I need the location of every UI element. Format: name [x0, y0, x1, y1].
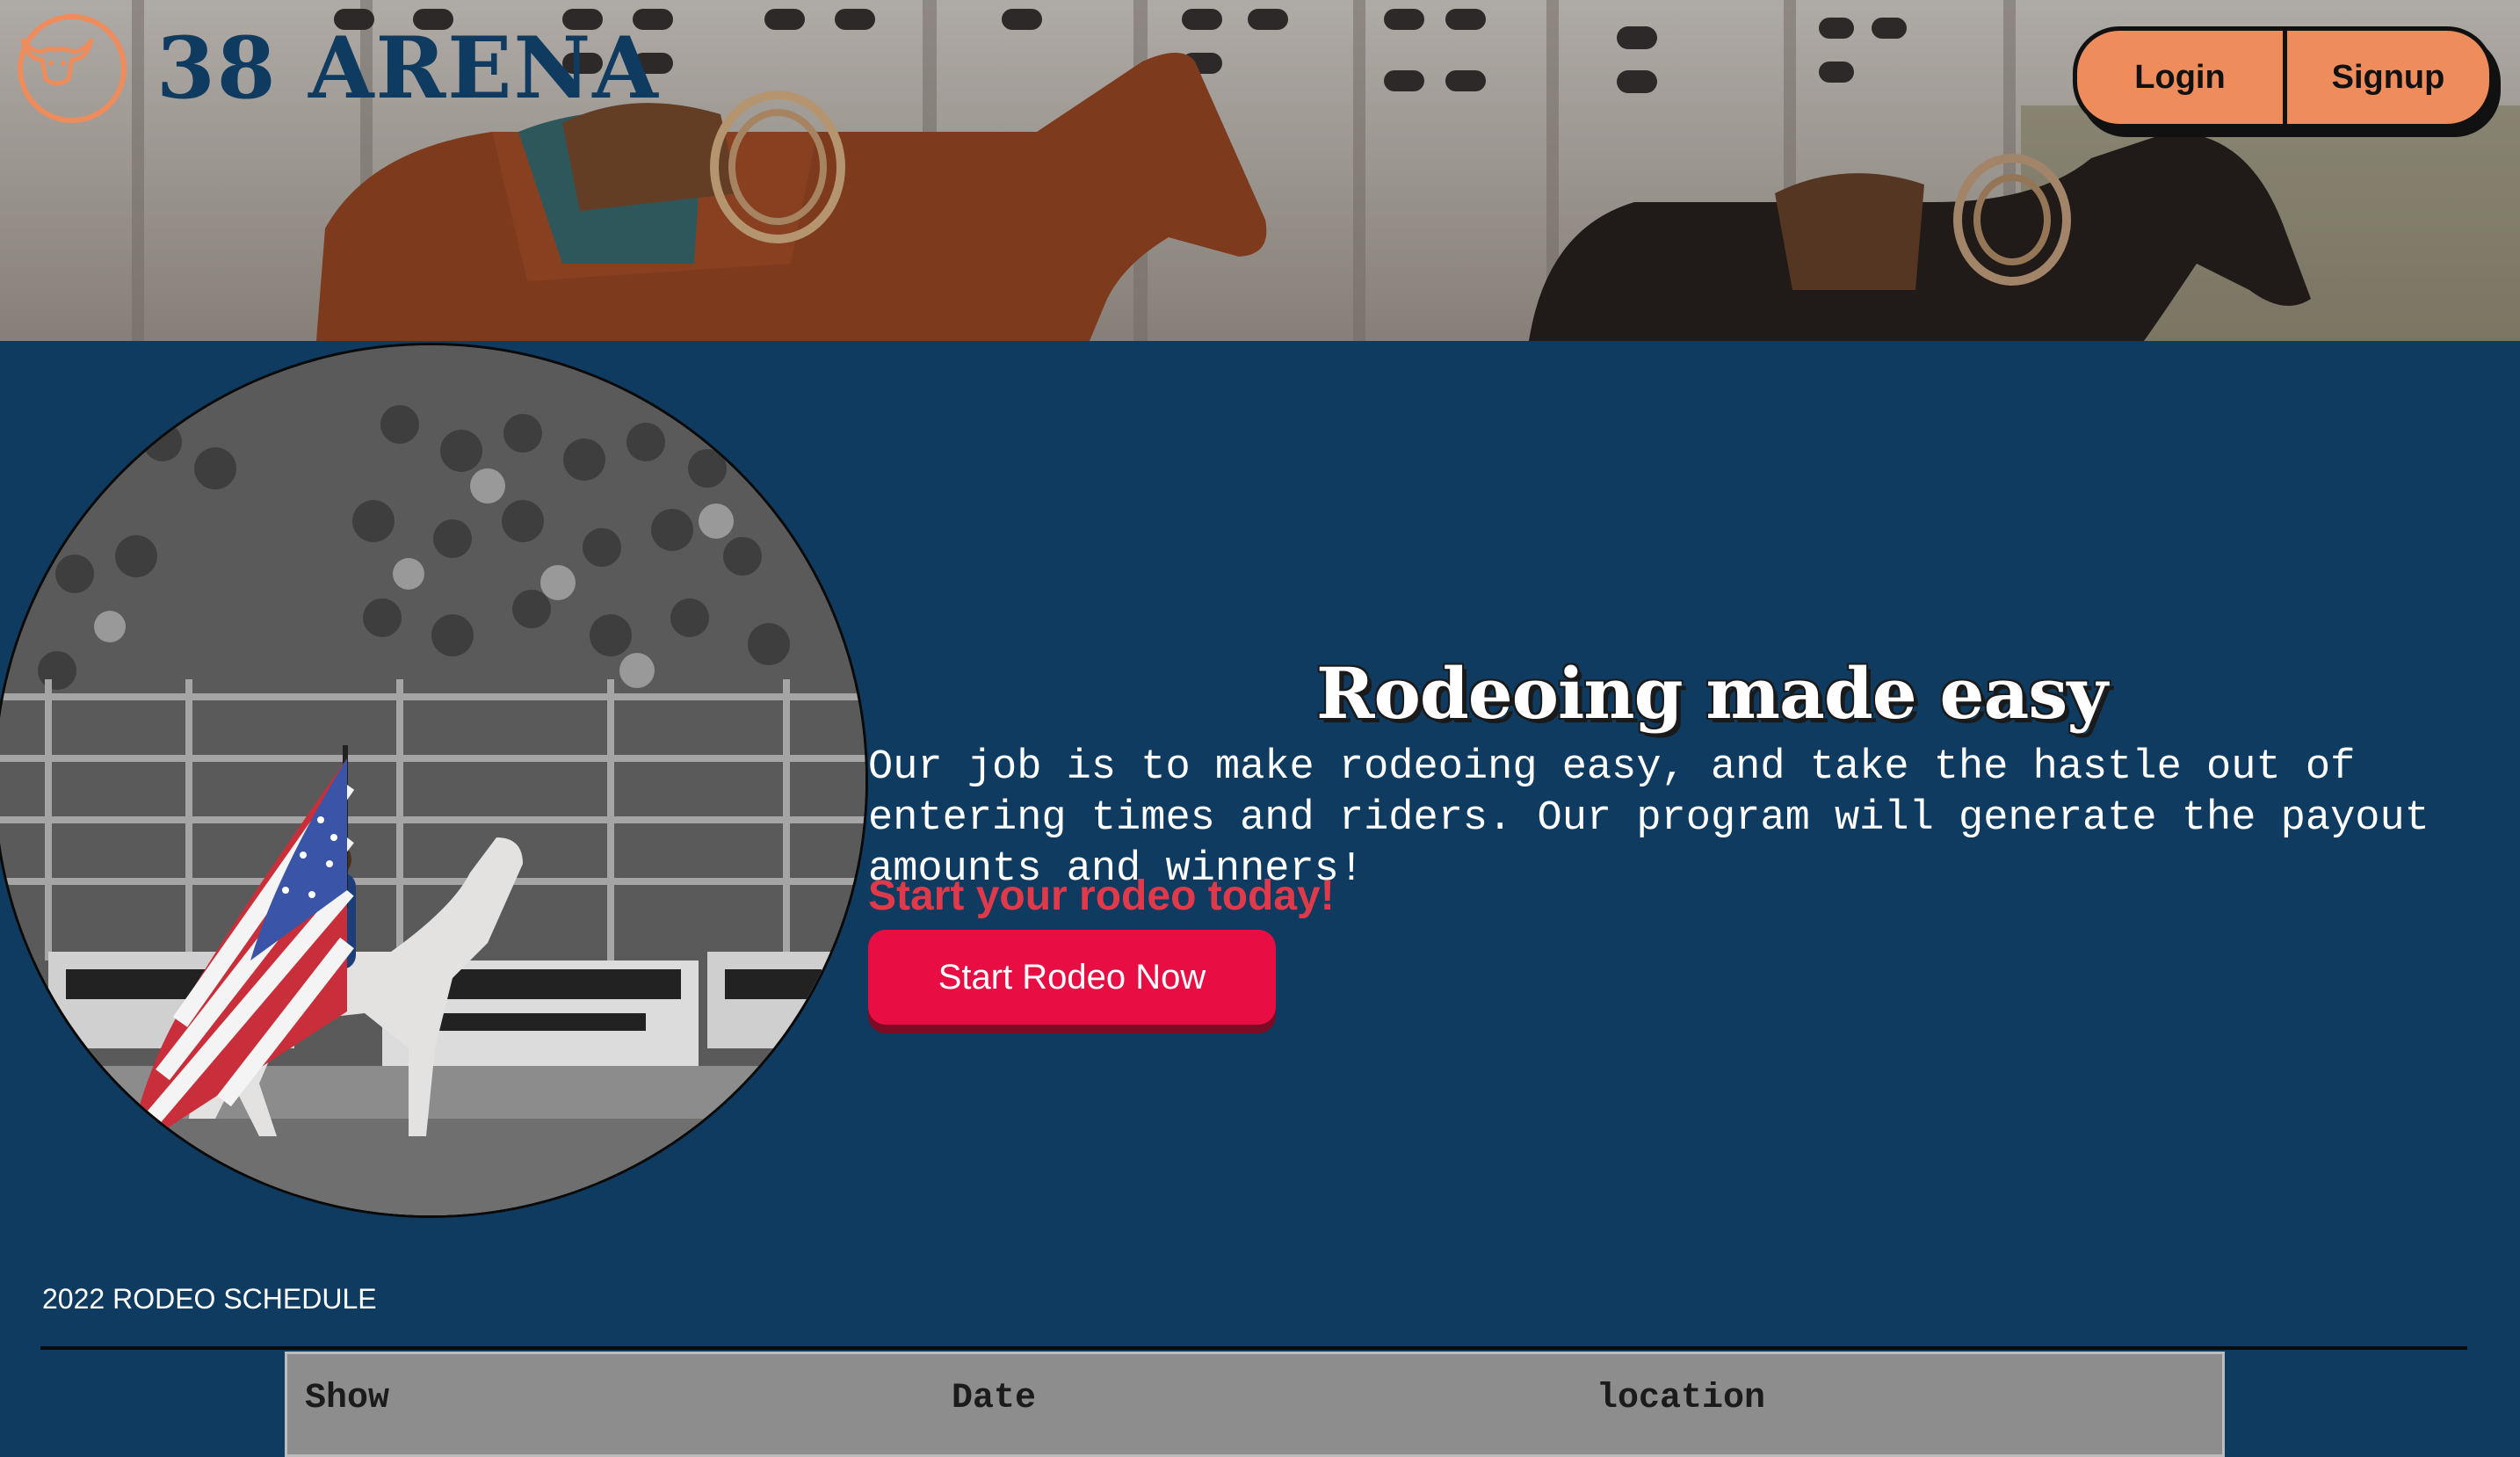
login-button[interactable]: Login [2077, 31, 2283, 124]
logo[interactable]: 38 ARENA [18, 14, 660, 123]
hero-cta-text: Start your rodeo today! [868, 873, 1335, 919]
auth-button-group: Login Signup [2073, 26, 2494, 128]
start-rodeo-button[interactable]: Start Rodeo Now [868, 930, 1276, 1025]
signup-button[interactable]: Signup [2283, 31, 2489, 124]
hero-banner: 38 ARENA Login Signup [0, 0, 2520, 341]
schedule-divider [40, 1346, 2467, 1350]
schedule-table: Show Date location [285, 1352, 2225, 1457]
column-header-date: Date [952, 1379, 1037, 1418]
bull-skull-icon [18, 14, 127, 123]
column-header-location: location [1597, 1379, 1766, 1418]
logo-text: 38 ARENA [156, 18, 660, 118]
column-header-show: Show [305, 1379, 390, 1418]
rodeo-flag-photo [0, 343, 868, 1218]
hero-title: Rodeoing made easy [1316, 651, 2108, 735]
schedule-title: 2022 RODEO SCHEDULE [42, 1283, 377, 1315]
